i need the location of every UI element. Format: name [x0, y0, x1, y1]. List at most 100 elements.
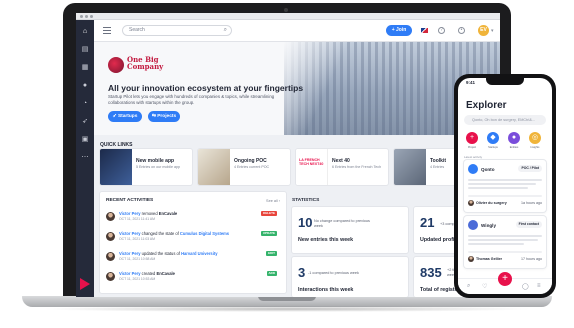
- quick-link-card[interactable]: New mobile app 5 Entries on our mobile a…: [100, 149, 192, 185]
- phone-frame: 9:41 Explorer Qonto, Oh bon de surgery, …: [454, 74, 556, 298]
- home-icon[interactable]: ⌂: [81, 28, 89, 36]
- quick-link-desc: 4 Entries: [430, 165, 445, 169]
- recent-activities-title: RECENT ACTIVITIES: [106, 198, 154, 203]
- activity-time: OCT 11, 2021 10:58 AM: [119, 257, 156, 261]
- avatar: [468, 256, 474, 262]
- avatar: [106, 252, 115, 261]
- text-line: [468, 235, 542, 237]
- search-input[interactable]: Search ⌕: [122, 25, 232, 36]
- quick-link-title: New mobile app: [136, 158, 175, 164]
- camera: [284, 8, 288, 12]
- profile-icon[interactable]: ◯: [522, 283, 529, 290]
- stat-value: 21: [420, 215, 435, 230]
- activity-time: OCT 11, 2021 10:53 AM: [119, 277, 156, 281]
- window-min-dot[interactable]: [85, 15, 88, 18]
- hero-subtitle: Startup Pilot lets you engage with hundr…: [108, 94, 275, 105]
- language-flag-icon[interactable]: [421, 28, 428, 33]
- phone-feed-card[interactable]: Wingly First contact Thomas Gellier 17 h…: [464, 216, 546, 268]
- recent-activities-panel: RECENT ACTIVITIES See all › Victor Pery …: [100, 192, 286, 293]
- window-close-dot[interactable]: [80, 15, 83, 18]
- marketing-stage: ⌂ ▤ ▦ ● ◔ ➶ ▣ ⋯ Search ⌕ + Join ? • EV ▾: [0, 0, 574, 328]
- menu-icon[interactable]: [103, 27, 111, 28]
- topbar: Search ⌕ + Join ? • EV ▾: [94, 20, 500, 42]
- quick-link-card[interactable]: Ongoing POC 4 Entries current POC: [198, 149, 290, 185]
- laptop-shadow: [40, 306, 534, 312]
- card-time: 1a hours ago: [521, 201, 542, 205]
- activity-object[interactable]: Harvard University: [181, 251, 217, 256]
- more-icon[interactable]: ⋯: [81, 154, 89, 162]
- join-button[interactable]: + Join: [386, 25, 412, 36]
- see-all-link[interactable]: See all ›: [266, 199, 280, 203]
- company-logo-icon: [468, 220, 478, 230]
- activity-item[interactable]: Victor Pery changed the state of Cumulus…: [106, 230, 277, 248]
- category-label: Project: [467, 146, 477, 149]
- chart-icon[interactable]: ◔: [81, 100, 89, 108]
- category-label: Entities: [509, 146, 519, 149]
- rocket-icon[interactable]: ➶: [81, 118, 89, 126]
- phone-title: Explorer: [466, 100, 507, 111]
- quick-link-thumbnail: [198, 149, 230, 185]
- phone-feed-card[interactable]: Qonto POC / Pilot Olivier du surgery 1a …: [464, 160, 546, 212]
- quick-link-thumbnail: [100, 149, 132, 185]
- activity-time: OCT 11, 2021 11:41 AM: [119, 217, 155, 221]
- see-all-label: See all: [266, 199, 278, 203]
- text-line: [468, 239, 538, 241]
- phone-search-input[interactable]: Qonto, Oh bon de surgery, EMCtrl&...: [464, 115, 546, 125]
- brand-name: One Big Company: [127, 55, 164, 71]
- quick-link-thumbnail: [394, 149, 426, 185]
- stat-card[interactable]: 10 No change compared to previous week N…: [292, 207, 408, 253]
- sidebar: ⌂ ▤ ▦ ● ◔ ➶ ▣ ⋯: [76, 20, 94, 297]
- insights-category-icon[interactable]: ◎: [529, 132, 541, 144]
- activity-object[interactable]: Cumulus Digital Systems: [180, 231, 229, 236]
- brand-logo-icon: [108, 57, 124, 73]
- startups-button[interactable]: ➶ Startups: [108, 111, 142, 122]
- project-category-icon[interactable]: +: [466, 132, 478, 144]
- activity-user[interactable]: Victor Pery: [119, 251, 141, 256]
- quick-link-desc: 4 Entries current POC: [234, 165, 270, 169]
- startups-category-icon[interactable]: ◆: [487, 132, 499, 144]
- activity-item[interactable]: Victor Pery created EnCavale OCT 11, 202…: [106, 270, 277, 288]
- hero-title: All your innovation ecosystem at your fi…: [108, 83, 304, 93]
- quick-link-card[interactable]: LA FRENCH TECH NEXT40 Next 40 6 Entries …: [296, 149, 388, 185]
- activity-text: Victor Pery removed EnCavale: [119, 211, 177, 216]
- activity-text: Victor Pery changed the state of Cumulus…: [119, 231, 229, 236]
- divider: [468, 195, 542, 197]
- chevron-down-icon[interactable]: ▾: [491, 28, 494, 34]
- activity-object[interactable]: EnCavale: [159, 211, 177, 216]
- text-line: [468, 179, 542, 181]
- stat-card[interactable]: 3 -1 compared to previous week Interacti…: [292, 257, 408, 297]
- help-icon[interactable]: ?: [438, 27, 445, 34]
- activity-user[interactable]: Victor Pery: [119, 231, 141, 236]
- entities-category-icon[interactable]: ●: [508, 132, 520, 144]
- add-button[interactable]: +: [498, 272, 512, 286]
- app-logo-icon: [80, 278, 90, 290]
- card-author: Olivier du surgery: [476, 201, 507, 205]
- activity-verb: updated the status of: [140, 251, 182, 256]
- activity-verb: created: [140, 271, 157, 276]
- notification-icon[interactable]: •: [458, 27, 465, 34]
- stat-label: Interactions this week: [298, 287, 354, 293]
- users-icon[interactable]: ●: [81, 82, 89, 90]
- stat-label: New entries this week: [298, 237, 354, 243]
- activity-item[interactable]: Victor Pery updated the status of Harvar…: [106, 250, 277, 268]
- activity-text: Victor Pery created EnCavale: [119, 271, 175, 276]
- document-icon[interactable]: ▤: [81, 46, 89, 54]
- heart-icon[interactable]: ♡: [482, 283, 487, 290]
- menu-icon[interactable]: ≡: [537, 283, 541, 289]
- phone-time: 9:41: [466, 80, 476, 85]
- activity-object[interactable]: EnCavale: [156, 271, 174, 276]
- projects-button[interactable]: ⇆ Projects: [148, 111, 180, 122]
- user-avatar[interactable]: EV: [478, 25, 489, 36]
- search-icon[interactable]: ⌕: [467, 283, 470, 290]
- search-icon: ⌕: [223, 27, 227, 33]
- activity-user[interactable]: Victor Pery: [119, 271, 141, 276]
- avatar: [106, 232, 115, 241]
- quick-link-title: Next 40: [332, 158, 350, 164]
- window-max-dot[interactable]: [90, 15, 93, 18]
- feed-label: Latest activity: [464, 155, 483, 159]
- activity-tag: UPDATE: [260, 231, 277, 236]
- calendar-icon[interactable]: ▦: [81, 64, 89, 72]
- activity-item[interactable]: Victor Pery removed EnCavale OCT 11, 202…: [106, 210, 277, 228]
- activity-user[interactable]: Victor Pery: [119, 211, 141, 216]
- briefcase-icon[interactable]: ▣: [81, 136, 89, 144]
